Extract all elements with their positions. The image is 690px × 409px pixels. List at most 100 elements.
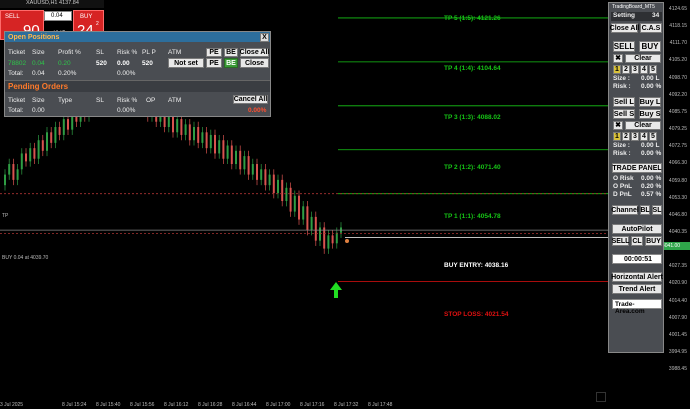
pending-preset-1-button[interactable]: 1: [613, 132, 621, 141]
autopilot-cl-button[interactable]: CL: [631, 236, 643, 246]
spread-value: 2: [96, 21, 99, 27]
candle: [277, 179, 279, 194]
candle-timer: 00:00:51: [612, 254, 662, 264]
site-link[interactable]: Trade-Area.com: [612, 299, 662, 315]
sell-limit-button[interactable]: Sell L: [613, 97, 635, 107]
channel-button[interactable]: Channel: [611, 205, 639, 215]
be-button[interactable]: BE: [224, 58, 238, 68]
candle: [176, 119, 179, 133]
time-tick: 8 Jul 17:48: [368, 402, 393, 408]
price-tick: 4027.35: [668, 263, 687, 270]
price-tick: 4046.80: [668, 211, 687, 218]
pending-preset-3-button[interactable]: 3: [631, 132, 639, 141]
setting-bar[interactable]: Setting 34: [611, 12, 662, 21]
stop-loss-label: STOP LOSS: 4021.54: [444, 311, 509, 318]
time-tick: 8 Jul 15:24: [62, 402, 87, 408]
trade-panel-button[interactable]: TRADE PANEL: [612, 163, 662, 173]
candle: [268, 174, 271, 186]
be-all-button[interactable]: BE: [224, 48, 238, 57]
preset-1-button[interactable]: 1: [613, 65, 621, 74]
position-profit: 0.20: [58, 60, 71, 67]
pending-preset-2-button[interactable]: 2: [622, 132, 630, 141]
candle: [205, 132, 208, 149]
close-position-button[interactable]: Close: [240, 58, 269, 68]
price-tick: 4079.25: [668, 126, 687, 133]
clear-pending-button[interactable]: Clear: [625, 121, 661, 130]
chart-shift-icon[interactable]: [596, 392, 606, 402]
candle: [54, 127, 57, 143]
buy-limit-button[interactable]: Buy L: [639, 97, 661, 107]
autopilot-buy-button[interactable]: BUY: [645, 236, 662, 246]
candle: [319, 227, 321, 241]
candle: [62, 119, 65, 135]
cancel-all-button[interactable]: Cancel All: [233, 95, 268, 104]
time-tick: 8 Jul 17:32: [334, 402, 359, 408]
price-tick: 4040.35: [668, 228, 687, 235]
candle: [4, 174, 6, 186]
close-panel-button[interactable]: X: [260, 33, 269, 42]
candle: [201, 132, 204, 143]
pe-button[interactable]: PE: [206, 58, 222, 68]
candle: [289, 187, 292, 212]
candle: [251, 164, 254, 175]
price-tick: 4014.40: [668, 297, 687, 304]
candle: [310, 216, 313, 231]
autopilot-sell-button[interactable]: SELL: [612, 236, 629, 246]
time-tick: 3 Jul 2025: [0, 402, 24, 408]
cas-button[interactable]: C.A.S: [640, 23, 662, 33]
panel-buy-button[interactable]: BUY: [639, 41, 661, 52]
candle: [33, 148, 36, 159]
tp1-label: TP 1 (1:1): 4054.78: [444, 213, 501, 220]
candle: [247, 156, 250, 175]
trading-board-panel: TradingBoard_MT5 Setting 34 Close All C.…: [608, 2, 664, 353]
tools-icon-2[interactable]: ✖: [613, 121, 623, 130]
pending-preset-4-button[interactable]: 4: [640, 132, 648, 141]
close-all-positions-button[interactable]: Close All: [240, 48, 269, 57]
price-tick: 4098.70: [668, 74, 687, 81]
pending-preset-5-button[interactable]: 5: [649, 132, 657, 141]
price-tick: 4001.45: [668, 331, 687, 338]
horizontal-alert-button[interactable]: Horizontal Alert: [611, 272, 663, 282]
preset-3-button[interactable]: 3: [631, 65, 639, 74]
pe-all-button[interactable]: PE: [206, 48, 222, 57]
bl-button[interactable]: BL: [640, 205, 650, 215]
price-tick: 4092.20: [668, 91, 687, 98]
price-tick: 3988.45: [668, 366, 687, 373]
candle: [218, 140, 221, 154]
preset-4-button[interactable]: 4: [640, 65, 648, 74]
candle: [264, 169, 267, 186]
panel-sell-button[interactable]: SELL: [613, 41, 635, 52]
candle: [37, 140, 40, 159]
panel-title: TradingBoard_MT5: [612, 4, 655, 10]
sell-stop-button[interactable]: Sell S: [613, 109, 635, 119]
close-all-button[interactable]: Close All: [610, 23, 639, 33]
candle: [41, 140, 44, 151]
lot-size-input[interactable]: 0.04: [44, 11, 72, 21]
trend-alert-button[interactable]: Trend Alert: [612, 284, 662, 294]
autopilot-button[interactable]: AutoPilot: [612, 224, 662, 234]
tp4-label: TP 4 (1:4): 4104.64: [444, 65, 501, 72]
preset-5-button[interactable]: 5: [649, 65, 657, 74]
time-tick: 8 Jul 16:44: [232, 402, 257, 408]
candle: [230, 145, 233, 165]
candle: [272, 174, 275, 194]
time-tick: 8 Jul 16:12: [164, 402, 189, 408]
buy-stop-button[interactable]: Buy S: [639, 109, 661, 119]
candle: [314, 216, 317, 241]
position-size: 0.04: [32, 60, 45, 67]
price-tick: 4007.90: [668, 314, 687, 321]
clear-button[interactable]: Clear: [625, 54, 661, 63]
time-tick: 8 Jul 17:16: [300, 402, 325, 408]
time-tick: 8 Jul 15:56: [130, 402, 155, 408]
candle: [20, 153, 23, 170]
price-tick: 4124.65: [668, 6, 687, 12]
symbol-header: XAUUSD,H1 4137.84: [26, 0, 79, 6]
candle: [285, 187, 288, 202]
candle: [306, 206, 309, 231]
tp2-label: TP 2 (1:2): 4071.40: [444, 164, 501, 171]
current-price-tag: 4041.00: [660, 242, 690, 250]
tools-icon[interactable]: ✖: [613, 54, 623, 63]
preset-2-button[interactable]: 2: [622, 65, 630, 74]
sl-button[interactable]: SL: [652, 205, 662, 215]
atm-not-set-button[interactable]: Not set: [168, 58, 204, 68]
